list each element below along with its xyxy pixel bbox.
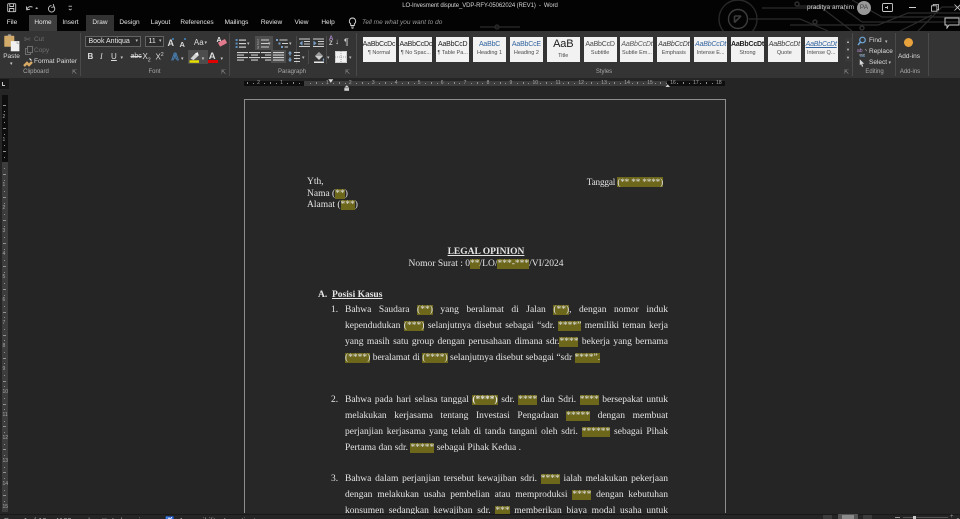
svg-text:3: 3 xyxy=(257,46,259,50)
